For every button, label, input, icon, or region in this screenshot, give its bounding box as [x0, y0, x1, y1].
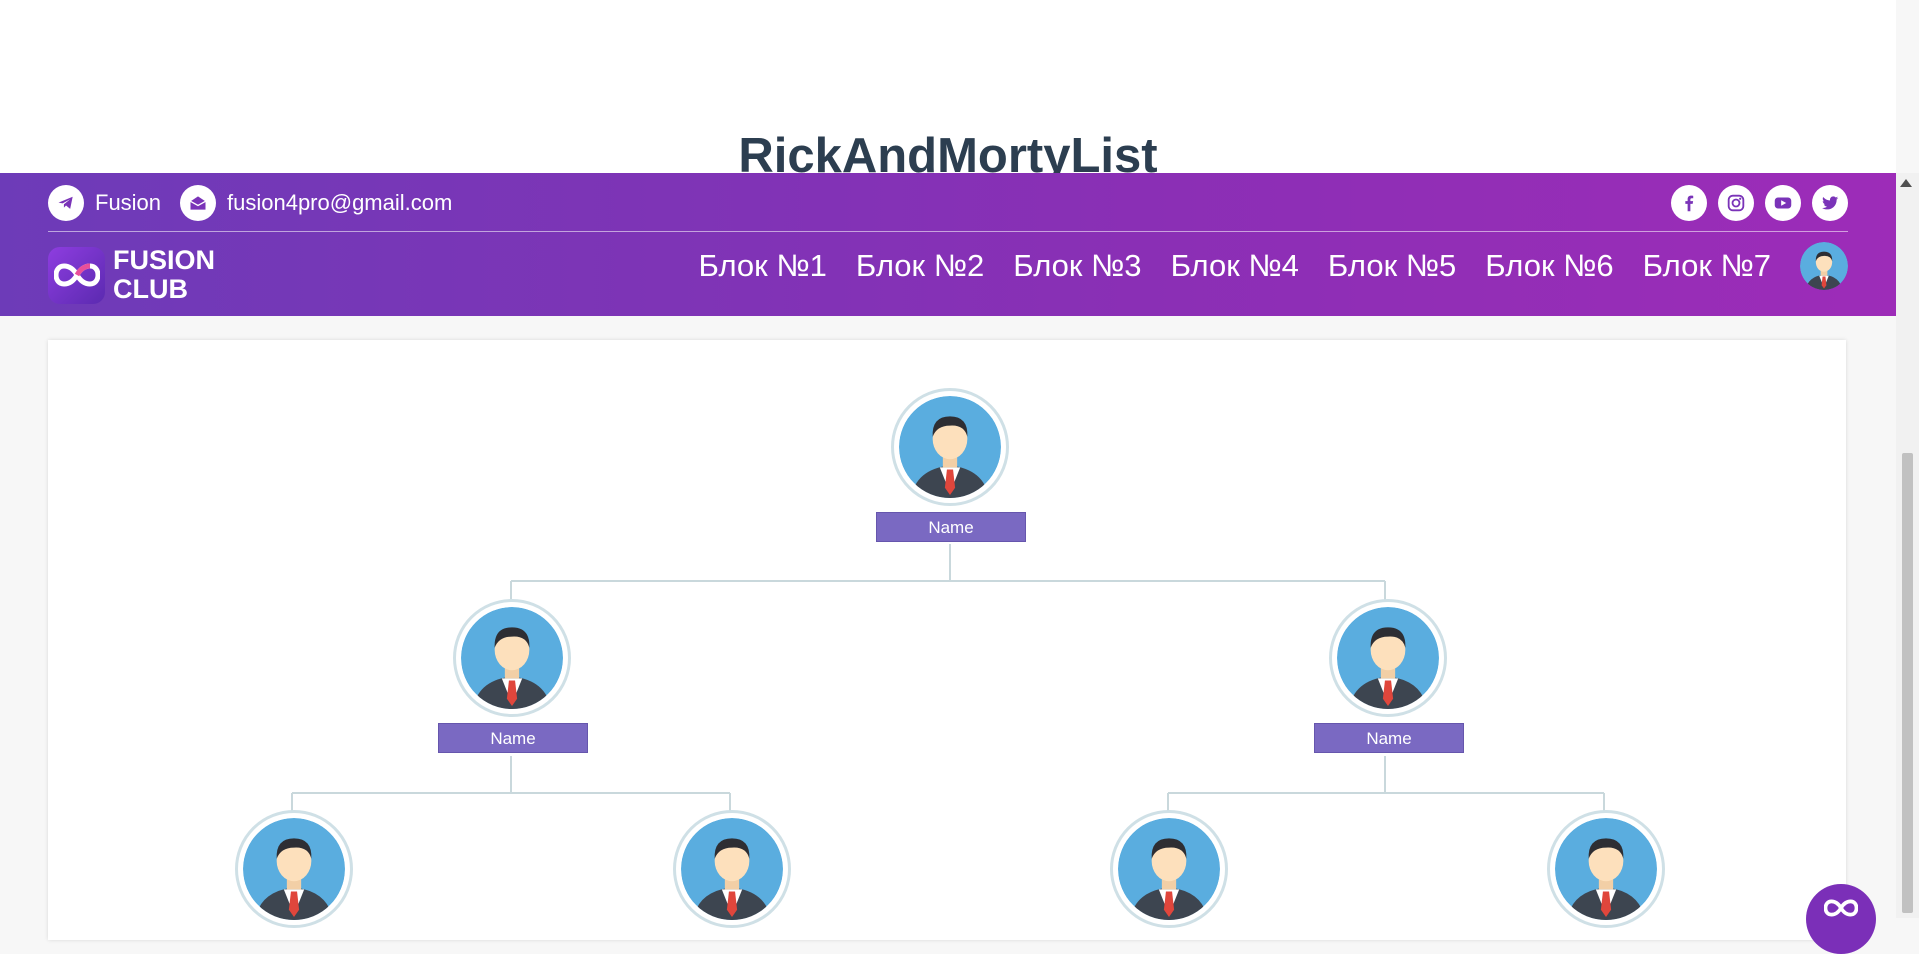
twitter-icon[interactable] [1812, 185, 1848, 221]
nav-item-block-4[interactable]: Блок №4 [1171, 248, 1299, 284]
nav-item-block-5[interactable]: Блок №5 [1328, 248, 1456, 284]
nav-item-block-6[interactable]: Блок №6 [1485, 248, 1613, 284]
facebook-icon[interactable] [1671, 185, 1707, 221]
brand-line-1: FUSION [113, 245, 216, 275]
instagram-icon[interactable] [1718, 185, 1754, 221]
social-links [1671, 185, 1848, 221]
person-avatar-icon [1329, 599, 1447, 717]
node-name-tag: Name [438, 723, 588, 753]
scroll-up-arrow-icon[interactable] [1900, 179, 1912, 187]
mail-icon [180, 185, 216, 221]
scroll-thumb[interactable] [1902, 453, 1913, 913]
telegram-icon [48, 185, 84, 221]
brand-line-2: CLUB [113, 274, 188, 304]
main-navbar: FUSION CLUB Блок №1 Блок №2 Блок №3 Блок… [48, 231, 1848, 316]
person-avatar-icon [673, 810, 791, 928]
person-avatar-icon [235, 810, 353, 928]
person-avatar-icon [1110, 810, 1228, 928]
user-avatar[interactable] [1800, 242, 1848, 290]
nav-item-block-2[interactable]: Блок №2 [856, 248, 984, 284]
telegram-contact[interactable]: Fusion [48, 185, 161, 221]
site-header: Fusion fusion4pro@gmail.com FUSION CLUB … [0, 173, 1896, 316]
telegram-label: Fusion [95, 190, 162, 215]
nav-item-block-3[interactable]: Блок №3 [1013, 248, 1141, 284]
youtube-icon[interactable] [1765, 185, 1801, 221]
chat-button[interactable] [1806, 884, 1876, 954]
person-avatar-icon [891, 388, 1009, 506]
person-avatar-icon [453, 599, 571, 717]
nav-item-block-1[interactable]: Блок №1 [698, 248, 826, 284]
page-title-area: RickAndMortyList [0, 0, 1896, 173]
email-contact[interactable]: fusion4pro@gmail.com [180, 185, 452, 221]
brand-name: FUSION CLUB [113, 246, 215, 304]
page-title: RickAndMortyList [738, 129, 1158, 173]
email-label: fusion4pro@gmail.com [227, 190, 453, 215]
node-name-tag: Name [876, 512, 1026, 542]
brand-logo[interactable]: FUSION CLUB [48, 246, 215, 304]
nav-menu: Блок №1 Блок №2 Блок №3 Блок №4 Блок №5 … [698, 242, 1848, 290]
top-contact-bar: Fusion fusion4pro@gmail.com [48, 173, 1848, 232]
org-chart-card: Name Name Name [48, 340, 1846, 940]
node-name-tag: Name [1314, 723, 1464, 753]
nav-item-block-7[interactable]: Блок №7 [1643, 248, 1771, 284]
page-scrollbar[interactable] [1896, 173, 1919, 918]
infinity-logo-icon [48, 246, 105, 304]
person-avatar-icon [1547, 810, 1665, 928]
chat-logo-icon [1823, 898, 1859, 923]
